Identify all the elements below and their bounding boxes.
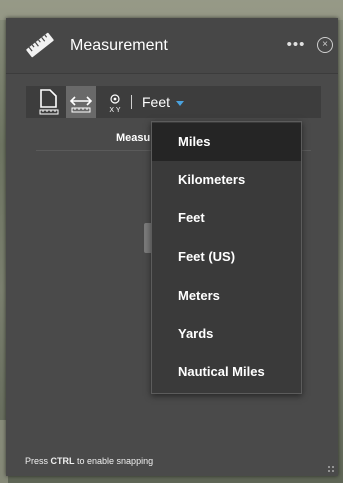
area-tool-button[interactable] (34, 86, 64, 118)
location-tool-button[interactable]: X Y (100, 86, 130, 118)
unit-option-feet-us[interactable]: Feet (US) (152, 238, 301, 276)
snapping-hint-suffix: to enable snapping (74, 456, 154, 466)
resize-handle[interactable] (327, 465, 335, 473)
snapping-hint-prefix: Press (25, 456, 51, 466)
unit-option-meters[interactable]: Meters (152, 277, 301, 315)
snapping-hint: Press CTRL to enable snapping (25, 456, 153, 466)
widget-titlebar[interactable]: Measurement ••• × (6, 18, 338, 74)
unit-option-nautical-miles[interactable]: Nautical Miles (152, 353, 301, 391)
unit-option-kilometers[interactable]: Kilometers (152, 161, 301, 199)
unit-option-feet[interactable]: Feet (152, 199, 301, 237)
snapping-hint-key: CTRL (50, 456, 75, 466)
close-button[interactable]: × (317, 37, 333, 53)
location-xy-caption: X Y (109, 107, 120, 114)
location-xy-icon: X Y (109, 94, 121, 114)
area-icon (39, 89, 59, 115)
measurement-toolbar: X Y Feet (26, 86, 321, 118)
unit-option-yards[interactable]: Yards (152, 315, 301, 353)
distance-icon (69, 96, 93, 113)
more-options-button[interactable]: ••• (285, 36, 307, 54)
distance-tool-button[interactable] (66, 86, 96, 118)
measurement-result-label: Measu (116, 132, 151, 144)
unit-option-miles[interactable]: Miles (152, 123, 301, 161)
unit-select[interactable]: Feet (142, 94, 170, 110)
chevron-down-icon[interactable] (176, 101, 184, 106)
toolbar-separator (131, 95, 132, 109)
ruler-icon (26, 32, 54, 58)
unit-dropdown-menu: Miles Kilometers Feet Feet (US) Meters Y… (151, 121, 302, 394)
widget-title: Measurement (70, 37, 168, 54)
